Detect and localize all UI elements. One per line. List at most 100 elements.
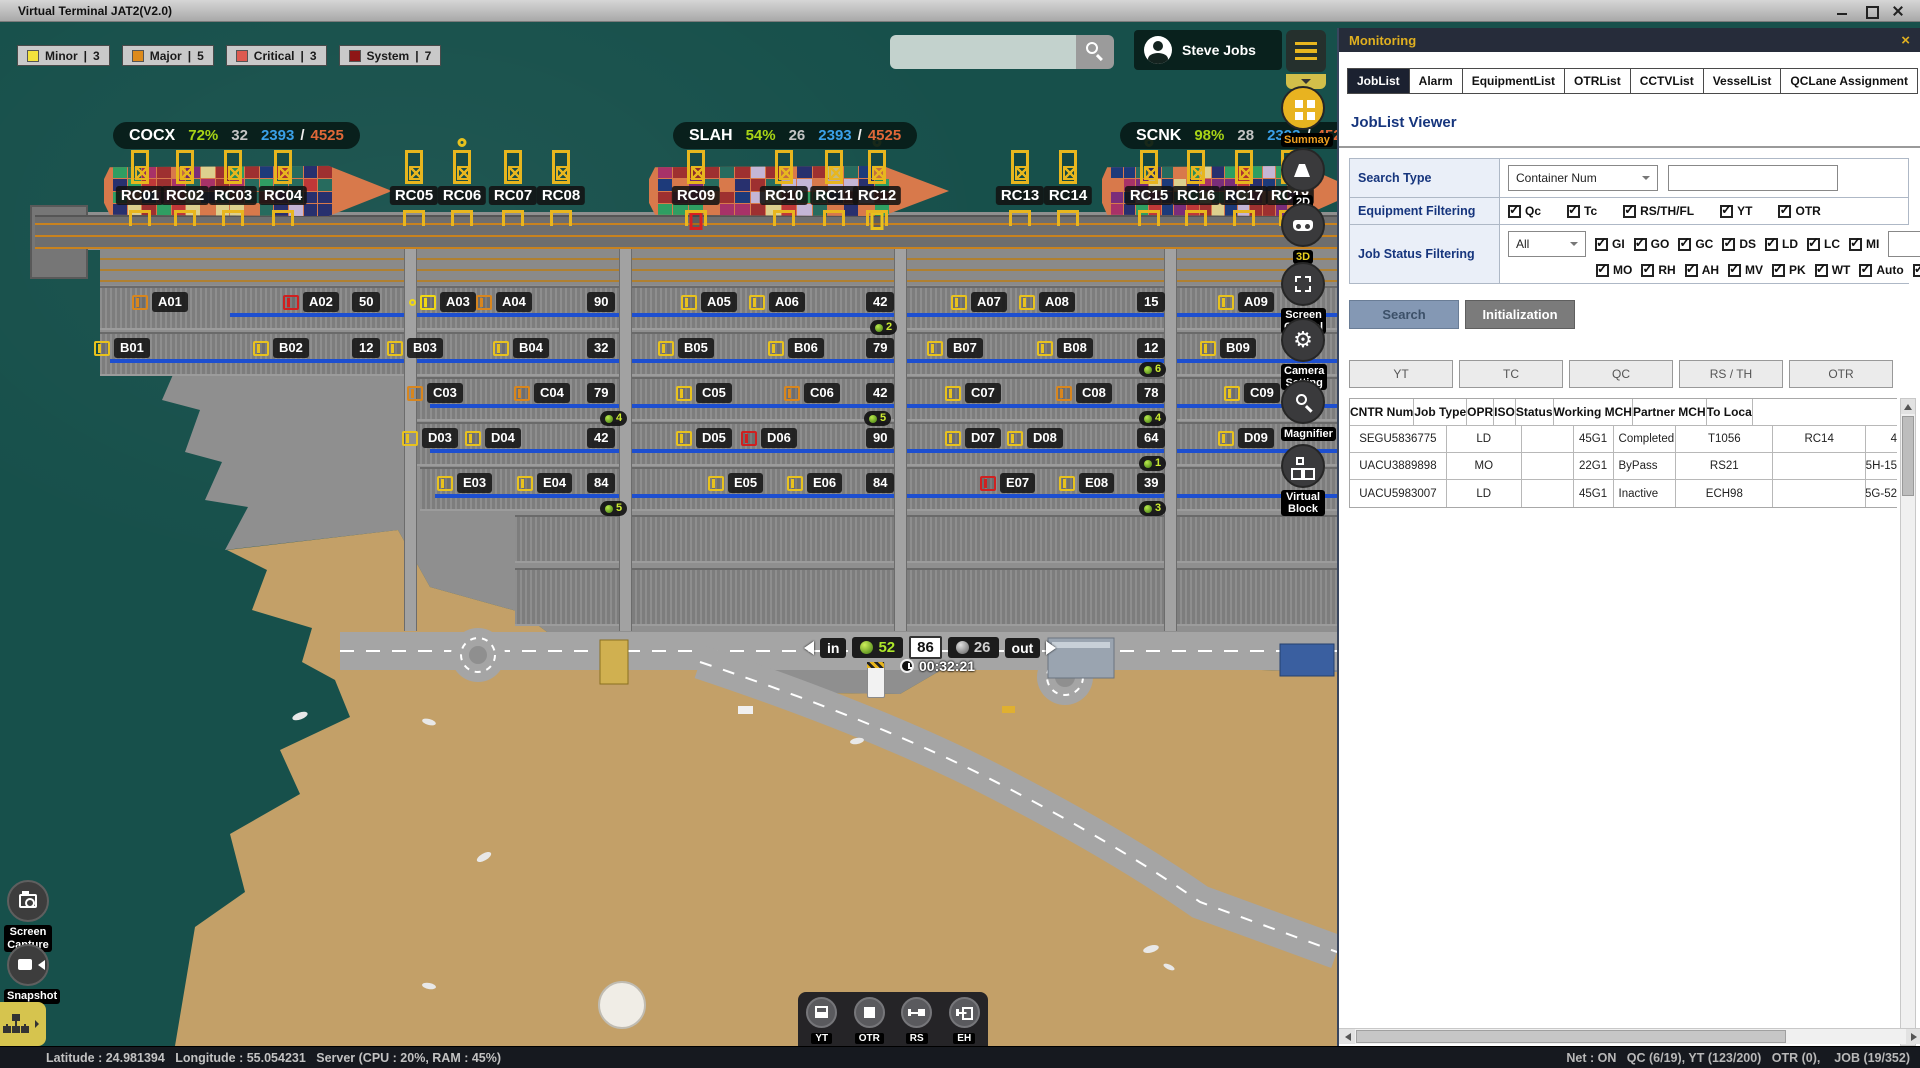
close-icon[interactable] [1892,5,1906,17]
panel-tab[interactable]: EquipmentList [1462,68,1565,94]
tool-magnifier[interactable]: Magnifier [1281,380,1325,442]
alarm-badge[interactable]: Minor | 3 [17,45,110,66]
yard-block-label[interactable]: D09 [1238,428,1274,448]
yard-block-label[interactable]: D03 [422,428,458,448]
job-status-select[interactable]: All [1508,231,1586,257]
checkbox-checked-icon[interactable] [1765,238,1778,251]
equipment-checkbox-item[interactable]: OTR [1778,204,1820,218]
equipment-subtab[interactable]: QC [1569,360,1673,388]
job-status-checkbox-item[interactable]: GC [1678,237,1713,251]
checkbox-checked-icon[interactable] [1722,238,1735,251]
yard-block[interactable]: E06 [787,473,842,493]
yard-block-label[interactable]: B06 [788,338,824,358]
yard-block-label[interactable]: E08 [1079,473,1114,493]
scroll-right-icon[interactable] [1906,1029,1920,1044]
yard-block-label[interactable]: E04 [537,473,572,493]
search-button[interactable]: Search [1349,300,1459,329]
yard-block-label[interactable]: B05 [678,338,714,358]
yard-block[interactable]: A05 [681,292,737,312]
yard-block-label[interactable]: B03 [407,338,443,358]
search-input[interactable] [890,35,1076,69]
table-column-header[interactable]: CNTR Num [1350,399,1414,425]
crane-label[interactable]: RC14 [1044,186,1092,205]
checkbox-checked-icon[interactable] [1913,264,1920,277]
checkbox-checked-icon[interactable] [1859,264,1872,277]
yard-block-label[interactable]: E07 [1000,473,1035,493]
yard-block[interactable]: B06 [768,338,824,358]
equipment-checkbox-item[interactable]: RS/TH/FL [1623,204,1694,218]
vertical-scroll-thumb[interactable] [1902,416,1914,496]
table-column-header[interactable]: OPR [1467,399,1494,425]
job-status-checkbox-item[interactable]: GI [1595,237,1625,251]
yard-block-label[interactable]: A01 [152,292,188,312]
checkbox-checked-icon[interactable] [1595,238,1608,251]
user-chip[interactable]: Steve Jobs [1134,30,1282,70]
yard-block-label[interactable]: A02 [303,292,339,312]
yard-block-label[interactable]: A08 [1039,292,1075,312]
crane-label[interactable]: RC12 [853,186,901,205]
crane-label[interactable]: RC03 [209,186,257,205]
job-status-checkbox-item[interactable]: DS [1722,237,1756,251]
yard-block[interactable]: C06 [784,383,840,403]
yard-block-label[interactable]: A03 [440,292,476,312]
crane-label[interactable]: RC07 [489,186,537,205]
maximize-icon[interactable] [1864,5,1878,17]
equipment-subtab[interactable]: OTR [1789,360,1893,388]
tool-summary[interactable]: Summay [1281,86,1325,148]
equipment-checkbox-item[interactable]: YT [1720,204,1752,218]
checkbox-checked-icon[interactable] [1596,264,1609,277]
alarm-badge[interactable]: Critical | 3 [226,45,327,66]
table-column-header[interactable]: Job Type [1414,399,1467,425]
crane-label[interactable]: RC05 [390,186,438,205]
yard-block[interactable]: E05 [708,473,763,493]
yard-block[interactable]: A04 [476,292,532,312]
yard-block-label[interactable]: C07 [965,383,1001,403]
yard-block-label[interactable]: C03 [427,383,463,403]
crane-label[interactable]: RC08 [537,186,585,205]
job-status-checkbox-item[interactable]: GO [1634,237,1670,251]
equipment-subtab[interactable]: TC [1459,360,1563,388]
yard-block[interactable]: A08 [1019,292,1075,312]
checkbox-checked-icon[interactable] [1508,205,1521,218]
yard-block-label[interactable]: D07 [965,428,1001,448]
crane-label[interactable]: RC16 [1172,186,1220,205]
yard-block[interactable]: A03 [409,292,476,312]
crane-label[interactable]: RC09 [672,186,720,205]
dock-otr-button[interactable]: OTR [849,997,889,1046]
yard-block[interactable]: D09 [1218,428,1274,448]
panel-tab[interactable]: Alarm [1409,68,1463,94]
job-status-checkbox-item[interactable]: MV [1728,263,1763,277]
panel-tab[interactable]: QCLane Assignment [1780,68,1918,94]
scroll-up-icon[interactable] [1901,399,1915,414]
yard-block[interactable]: C04 [514,383,570,403]
crane-label[interactable]: RC04 [259,186,307,205]
yard-block[interactable]: C07 [945,383,1001,403]
yard-block[interactable]: B02 [253,338,309,358]
yard-block-label[interactable]: A04 [496,292,532,312]
yard-block[interactable]: C05 [676,383,732,403]
yard-block[interactable]: B04 [493,338,549,358]
job-status-checkbox-item[interactable]: RH [1641,263,1675,277]
yard-block[interactable]: D05 [676,428,732,448]
yard-block-label[interactable]: E06 [807,473,842,493]
equipment-subtab[interactable]: YT [1349,360,1453,388]
yard-block-label[interactable]: D08 [1027,428,1063,448]
job-status-extra-input[interactable] [1888,231,1920,257]
yard-block[interactable]: D03 [402,428,458,448]
equipment-checkbox-item[interactable]: Tc [1567,204,1597,218]
search-value-input[interactable] [1668,165,1838,191]
vertical-scrollbar[interactable] [1900,398,1916,1046]
panel-tab[interactable]: JobList [1347,68,1410,94]
yard-block-label[interactable]: A09 [1238,292,1274,312]
yard-block-label[interactable]: D05 [696,428,732,448]
minimize-icon[interactable] [1836,5,1850,17]
gate-next-arrow-icon[interactable] [1046,641,1063,655]
yard-block-label[interactable]: C08 [1076,383,1112,403]
dock-yt-button[interactable]: YT [802,997,842,1046]
checkbox-checked-icon[interactable] [1678,238,1691,251]
crane-label[interactable]: RC02 [161,186,209,205]
checkbox-checked-icon[interactable] [1807,238,1820,251]
alarm-badge[interactable]: Major | 5 [122,45,214,66]
yard-block-label[interactable]: E05 [728,473,763,493]
checkbox-checked-icon[interactable] [1623,205,1636,218]
